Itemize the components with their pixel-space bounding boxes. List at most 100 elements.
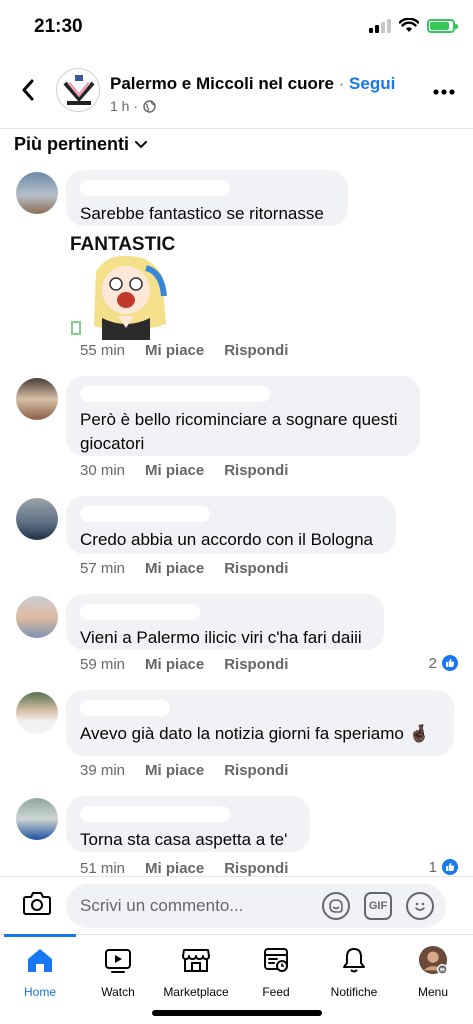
post-age: 1 h ·: [110, 98, 139, 114]
avatar[interactable]: [16, 172, 58, 214]
post-meta: 1 h ·: [110, 98, 156, 114]
comment-actions: 51 min Mi piace Rispondi: [80, 860, 288, 877]
reply-button[interactable]: Rispondi: [224, 860, 288, 877]
comment-text: Torna sta casa aspetta a te': [80, 830, 288, 849]
composer-divider: [0, 876, 473, 877]
reply-button[interactable]: Rispondi: [224, 656, 288, 673]
comment-actions: 30 min Mi piace Rispondi: [80, 462, 288, 479]
follow-button[interactable]: Segui: [349, 74, 395, 93]
reply-button[interactable]: Rispondi: [224, 462, 288, 479]
thumbs-up-icon: [441, 654, 459, 672]
avatar[interactable]: [16, 692, 58, 734]
comment-author-redacted: [80, 180, 230, 196]
avatar[interactable]: [16, 378, 58, 420]
sticker-button[interactable]: [322, 892, 350, 920]
tab-home[interactable]: Home: [0, 945, 80, 999]
like-button[interactable]: Mi piace: [145, 342, 204, 359]
gif-icon: GIF: [368, 900, 388, 912]
header-title: Palermo e Miccoli nel cuore · Segui: [110, 74, 395, 94]
more-dots-icon: [433, 89, 455, 95]
like-button[interactable]: Mi piace: [145, 560, 204, 577]
more-options-button[interactable]: [433, 80, 455, 96]
emoji-icon: [415, 902, 425, 911]
tab-label: Feed: [262, 985, 290, 999]
thumbs-up-icon: [441, 858, 459, 876]
comment-bubble[interactable]: Vieni a Palermo ilicic viri c'ha fari da…: [66, 594, 384, 650]
like-button[interactable]: Mi piace: [145, 656, 204, 673]
tab-label: Marketplace: [163, 985, 229, 999]
active-tab-indicator: [4, 934, 76, 937]
tab-label: Menu: [417, 985, 449, 999]
sort-label: Più pertinenti: [14, 134, 130, 154]
avatar[interactable]: [16, 498, 58, 540]
comment-bubble[interactable]: Però è bello ricominciare a sognare ques…: [66, 376, 420, 456]
sort-dropdown[interactable]: Più pertinenti: [14, 134, 148, 155]
reply-button[interactable]: Rispondi: [224, 762, 288, 779]
status-time: 21:30: [34, 16, 83, 37]
comment-text: Avevo già dato la notizia giorni fa sper…: [80, 724, 430, 743]
post-header: Palermo e Miccoli nel cuore · Segui 1 h …: [0, 62, 473, 126]
comment-bubble[interactable]: Credo abbia un accordo con il Bologna: [66, 496, 396, 554]
comment-time: 51 min: [80, 860, 126, 877]
wifi-icon: [399, 18, 419, 32]
tab-feed[interactable]: Feed: [236, 945, 316, 999]
reaction-summary[interactable]: 2: [429, 654, 459, 672]
tab-watch[interactable]: Watch: [78, 945, 158, 999]
page-logo: [57, 69, 99, 111]
comment-actions: 55 min Mi piace Rispondi: [80, 342, 288, 359]
comment-author-redacted: [80, 604, 200, 620]
comment-actions: 39 min Mi piace Rispondi: [80, 762, 288, 779]
like-button[interactable]: Mi piace: [145, 762, 204, 779]
comment-actions: 57 min Mi piace Rispondi: [80, 560, 288, 577]
header-divider: [0, 128, 473, 129]
sticker-image: FANTASTIC: [70, 234, 175, 340]
comment-bubble[interactable]: Sarebbe fantastico se ritornasse: [66, 170, 348, 226]
comment-time: 59 min: [80, 656, 126, 673]
back-button[interactable]: [14, 76, 42, 104]
status-bar: 21:30: [0, 0, 473, 56]
home-icon: [28, 949, 52, 972]
comment-input[interactable]: Scrivi un commento...: [80, 896, 243, 916]
composer-tools: GIF: [322, 892, 434, 920]
camera-button[interactable]: [22, 890, 52, 918]
comment-author-redacted: [80, 506, 210, 522]
signal-icon: [369, 18, 391, 33]
gif-button[interactable]: GIF: [364, 892, 392, 920]
page-name[interactable]: Palermo e Miccoli nel cuore: [110, 74, 334, 93]
comment-bubble[interactable]: Torna sta casa aspetta a te': [66, 796, 310, 852]
reply-button[interactable]: Rispondi: [224, 560, 288, 577]
comment-text: Però è bello ricominciare a sognare ques…: [80, 410, 398, 453]
bell-icon: [343, 948, 365, 973]
battery-charging-icon: [427, 18, 458, 33]
avatar[interactable]: [16, 798, 58, 840]
home-indicator: [152, 1010, 322, 1016]
comment-composer[interactable]: Scrivi un commento... GIF: [66, 884, 446, 928]
comment-text: Vieni a Palermo ilicic viri c'ha fari da…: [80, 628, 362, 647]
avatar[interactable]: [16, 596, 58, 638]
like-button[interactable]: Mi piace: [145, 462, 204, 479]
feed-icon: [264, 948, 288, 972]
sticker-caption: FANTASTIC: [70, 234, 175, 255]
reply-button[interactable]: Rispondi: [224, 342, 288, 359]
tab-menu[interactable]: Menu: [393, 945, 473, 999]
chevron-left-icon: [22, 79, 34, 101]
comment-author-redacted: [80, 806, 230, 822]
comment-time: 57 min: [80, 560, 126, 577]
tab-marketplace[interactable]: Marketplace: [156, 945, 236, 999]
comment-text: Sarebbe fantastico se ritornasse: [80, 204, 324, 223]
profile-avatar-icon: [418, 945, 448, 975]
fantastic-sticker[interactable]: FANTASTIC: [66, 232, 192, 340]
comment-text: Credo abbia un accordo con il Bologna: [80, 530, 373, 549]
reaction-summary[interactable]: 1: [429, 858, 459, 876]
chevron-down-icon: [135, 140, 148, 148]
emoji-button[interactable]: [406, 892, 434, 920]
comment-author-redacted: [80, 700, 170, 716]
status-icons: [369, 18, 458, 33]
tab-label: Watch: [101, 985, 135, 999]
like-button[interactable]: Mi piace: [145, 860, 204, 877]
marketplace-icon: [182, 949, 210, 972]
comment-bubble[interactable]: Avevo già dato la notizia giorni fa sper…: [66, 690, 454, 756]
reaction-count: 2: [428, 654, 437, 672]
page-avatar[interactable]: [56, 68, 100, 112]
tab-notifications[interactable]: Notifiche: [314, 945, 394, 999]
